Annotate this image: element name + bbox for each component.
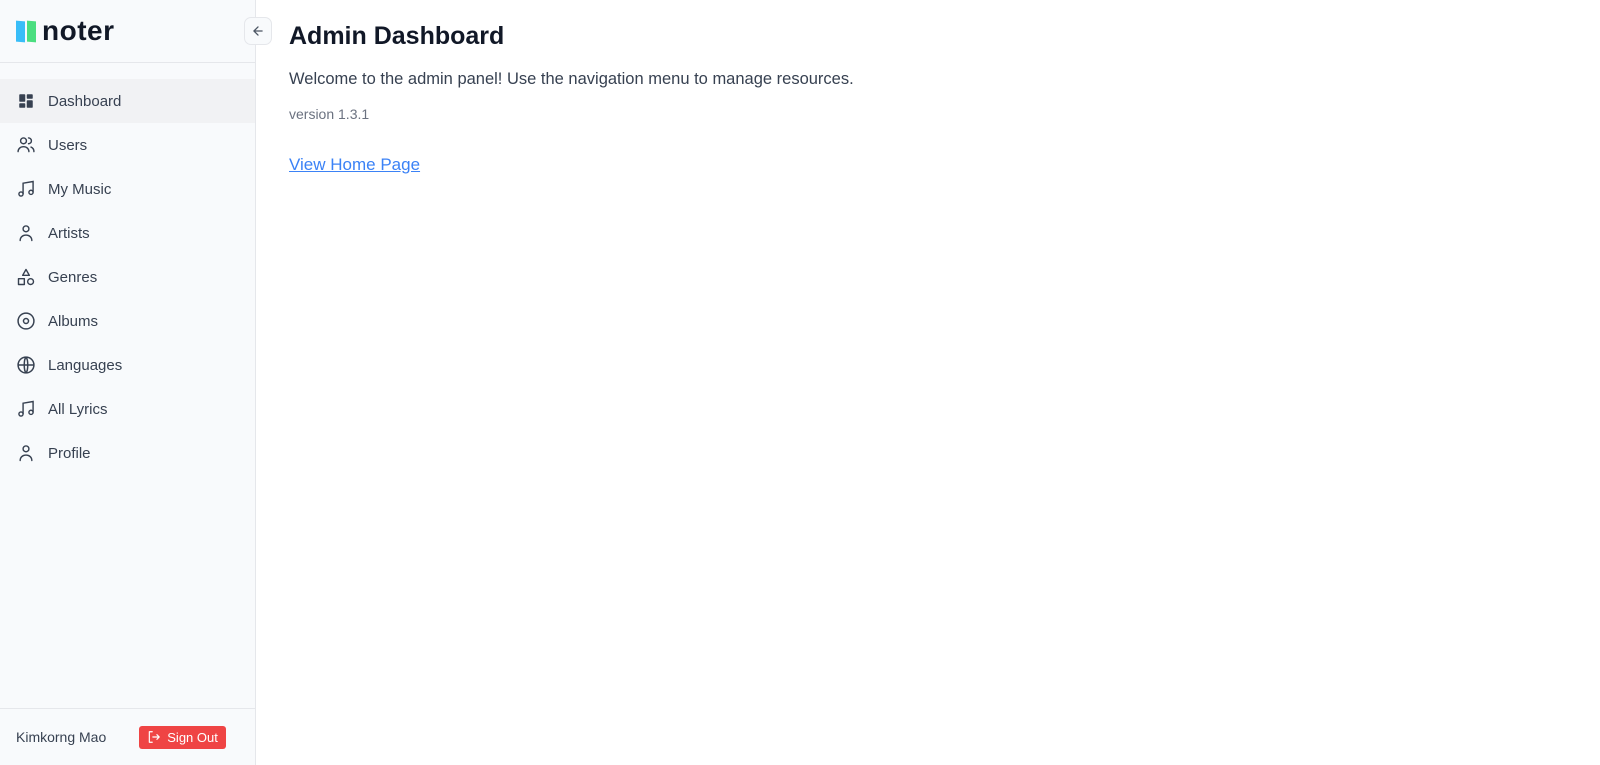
sidebar-item-label: All Lyrics <box>48 400 108 418</box>
globe-icon <box>16 355 36 375</box>
sidebar-item-label: Users <box>48 136 88 154</box>
user-icon <box>16 443 36 463</box>
music-note-icon <box>16 399 36 419</box>
logo-text: noter <box>42 15 115 46</box>
shapes-icon <box>16 267 36 287</box>
sign-out-icon <box>149 731 161 743</box>
logo-mark-icon <box>16 20 36 42</box>
sidebar: noter Dashboard Users My Music Artists G… <box>0 0 272 765</box>
dashboard-icon <box>16 91 36 111</box>
user-name: Kimkorng Mao <box>16 729 107 745</box>
version-text: version 1.3.1 <box>289 106 370 122</box>
sidebar-item-profile[interactable]: Profile <box>0 431 255 475</box>
user-icon <box>16 223 36 243</box>
main-content: Admin Dashboard Welcome to the admin pan… <box>289 22 854 175</box>
sidebar-item-users[interactable]: Users <box>0 123 255 167</box>
sidebar-item-label: Artists <box>48 224 90 242</box>
logo-row: noter <box>0 0 255 63</box>
music-note-icon <box>16 179 36 199</box>
sidebar-item-all-lyrics[interactable]: All Lyrics <box>0 387 255 431</box>
sidebar-footer: Kimkorng Mao Sign Out <box>0 708 255 765</box>
sidebar-item-label: Dashboard <box>48 92 122 110</box>
sidebar-item-my-music[interactable]: My Music <box>0 167 255 211</box>
view-home-page-link[interactable]: View Home Page <box>289 155 420 175</box>
sign-out-button[interactable]: Sign Out <box>139 725 226 749</box>
sign-out-label: Sign Out <box>167 729 218 745</box>
arrow-left-icon <box>253 26 263 36</box>
sidebar-item-label: Albums <box>48 312 99 330</box>
sidebar-item-artists[interactable]: Artists <box>0 211 255 255</box>
disc-icon <box>16 311 36 331</box>
welcome-text: Welcome to the admin panel! Use the navi… <box>289 70 854 88</box>
sidebar-item-languages[interactable]: Languages <box>0 343 255 387</box>
sidebar-item-genres[interactable]: Genres <box>0 255 255 299</box>
sidebar-item-albums[interactable]: Albums <box>0 299 255 343</box>
users-icon <box>16 135 36 155</box>
collapse-sidebar-button[interactable] <box>244 17 272 45</box>
logo[interactable]: noter <box>16 15 115 47</box>
sidebar-item-dashboard[interactable]: Dashboard <box>0 79 255 123</box>
page-title: Admin Dashboard <box>289 22 505 50</box>
sidebar-item-label: Languages <box>48 356 123 374</box>
sidebar-item-label: My Music <box>48 180 112 198</box>
sidebar-item-label: Genres <box>48 268 98 286</box>
sidebar-item-label: Profile <box>48 444 91 462</box>
sidebar-nav: Dashboard Users My Music Artists Genres <box>0 79 255 475</box>
